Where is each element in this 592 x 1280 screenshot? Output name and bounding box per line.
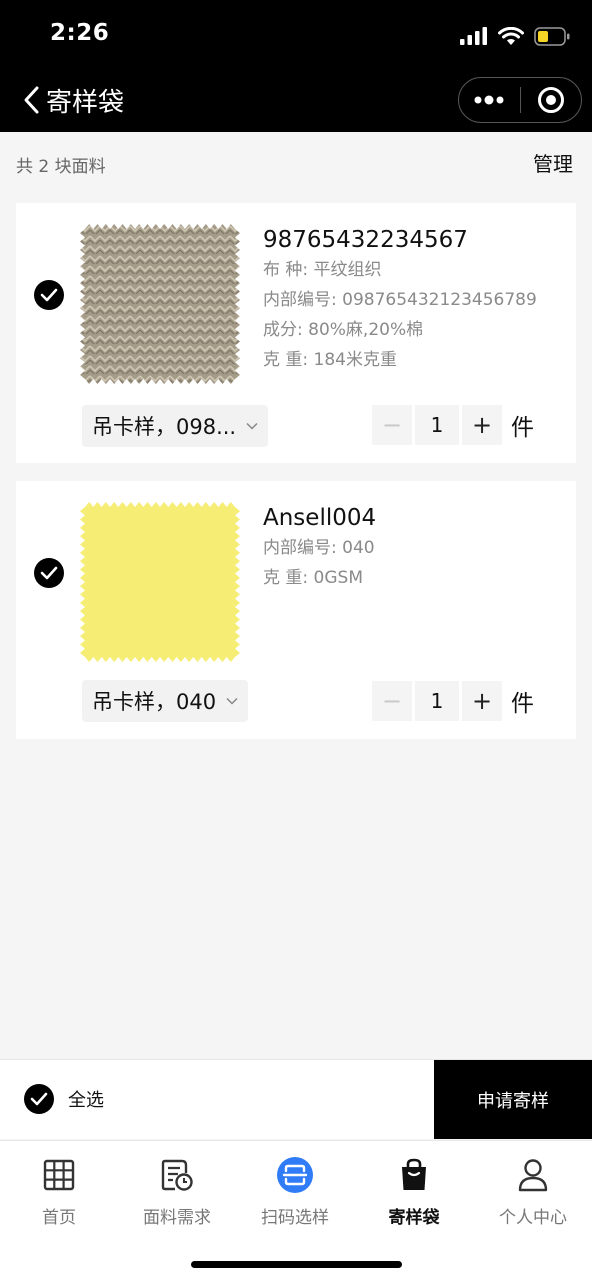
status-time: 2:26	[50, 20, 110, 46]
chevron-down-icon	[226, 697, 238, 705]
spec-label: 吊卡样，098...	[92, 415, 237, 439]
document-clock-icon	[157, 1155, 197, 1195]
tab-bar: 首页 面料需求 扫码选样 寄样袋 个人中心	[0, 1140, 592, 1280]
increase-button[interactable]: +	[462, 405, 502, 445]
tab-home[interactable]: 首页	[0, 1155, 118, 1228]
checkmark-icon	[40, 566, 58, 580]
item-weight: 克 重: 184米克重	[263, 350, 397, 370]
select-all-checkbox[interactable]	[24, 1084, 54, 1114]
more-dots-icon	[474, 95, 504, 105]
manage-button[interactable]: 管理	[533, 148, 573, 177]
person-icon	[513, 1155, 553, 1195]
tab-label: 个人中心	[499, 1208, 567, 1228]
quantity-unit: 件	[511, 691, 534, 717]
signal-icon	[460, 27, 487, 45]
tab-scan[interactable]: 扫码选样	[236, 1155, 354, 1228]
item-internal-code: 内部编号: 098765432123456789	[263, 290, 537, 310]
tab-sample-bag[interactable]: 寄样袋	[355, 1155, 473, 1228]
home-indicator	[191, 1261, 402, 1268]
item-count: 共 2 块面料	[16, 157, 106, 177]
top-bar: 2:26 寄样袋	[0, 0, 592, 132]
item-title: Ansell004	[263, 505, 377, 531]
spec-dropdown[interactable]: 吊卡样，098...	[82, 405, 269, 447]
bottom-action-bar: 全选 申请寄样	[0, 1059, 592, 1139]
tab-label: 寄样袋	[388, 1208, 440, 1228]
wifi-icon	[498, 26, 524, 45]
bag-icon	[394, 1155, 434, 1195]
item-fabric-type: 布 种: 平纹组织	[263, 260, 382, 280]
more-button[interactable]	[459, 77, 520, 123]
bag-item-card: 98765432234567 布 种: 平纹组织 内部编号: 098765432…	[16, 203, 576, 463]
item-internal-code: 内部编号: 040	[263, 538, 375, 558]
tab-fabric-requests[interactable]: 面料需求	[118, 1155, 236, 1228]
chevron-left-icon	[24, 86, 39, 114]
tab-label: 首页	[42, 1208, 76, 1228]
decrease-button[interactable]: −	[372, 405, 412, 445]
quantity-unit: 件	[511, 415, 534, 441]
checkmark-icon	[40, 288, 58, 302]
back-button[interactable]	[16, 78, 46, 122]
item-info: Ansell004 内部编号: 040 克 重: 0GSM	[263, 503, 376, 593]
checkmark-icon	[30, 1092, 48, 1106]
item-checkbox[interactable]	[34, 280, 64, 310]
apply-sample-button[interactable]: 申请寄样	[434, 1060, 592, 1139]
item-title: 98765432234567	[263, 227, 468, 253]
item-composition: 成分: 80%麻,20%棉	[263, 320, 424, 340]
miniprogram-capsule	[458, 77, 582, 123]
summary-row: 共 2 块面料 管理	[0, 132, 592, 192]
quantity-stepper: − 1 + 件	[372, 405, 534, 445]
spec-label: 吊卡样，040	[92, 690, 217, 714]
quantity-value[interactable]: 1	[415, 681, 459, 721]
bag-item-card: Ansell004 内部编号: 040 克 重: 0GSM 吊卡样，040 − …	[16, 481, 576, 739]
increase-button[interactable]: +	[462, 681, 502, 721]
page-title: 寄样袋	[46, 88, 125, 118]
decrease-button[interactable]: −	[372, 681, 412, 721]
target-icon	[537, 87, 564, 113]
battery-icon	[534, 26, 570, 46]
chevron-down-icon	[246, 422, 258, 430]
tab-label: 面料需求	[143, 1208, 211, 1228]
fabric-swatch-image[interactable]	[80, 224, 240, 384]
tab-label: 扫码选样	[261, 1208, 329, 1228]
item-checkbox[interactable]	[34, 558, 64, 588]
select-all-label: 全选	[68, 1090, 104, 1111]
grid-icon	[39, 1155, 79, 1195]
status-icons	[460, 24, 570, 48]
spec-dropdown[interactable]: 吊卡样，040	[82, 680, 249, 722]
item-info: 98765432234567 布 种: 平纹组织 内部编号: 098765432…	[263, 225, 537, 375]
scan-icon	[275, 1155, 315, 1195]
fabric-swatch-image[interactable]	[80, 502, 240, 662]
quantity-value[interactable]: 1	[415, 405, 459, 445]
close-miniprogram-button[interactable]	[520, 77, 581, 123]
tab-profile[interactable]: 个人中心	[474, 1155, 592, 1228]
item-weight: 克 重: 0GSM	[263, 568, 363, 588]
select-all-toggle[interactable]: 全选	[24, 1084, 104, 1114]
quantity-stepper: − 1 + 件	[372, 681, 534, 721]
